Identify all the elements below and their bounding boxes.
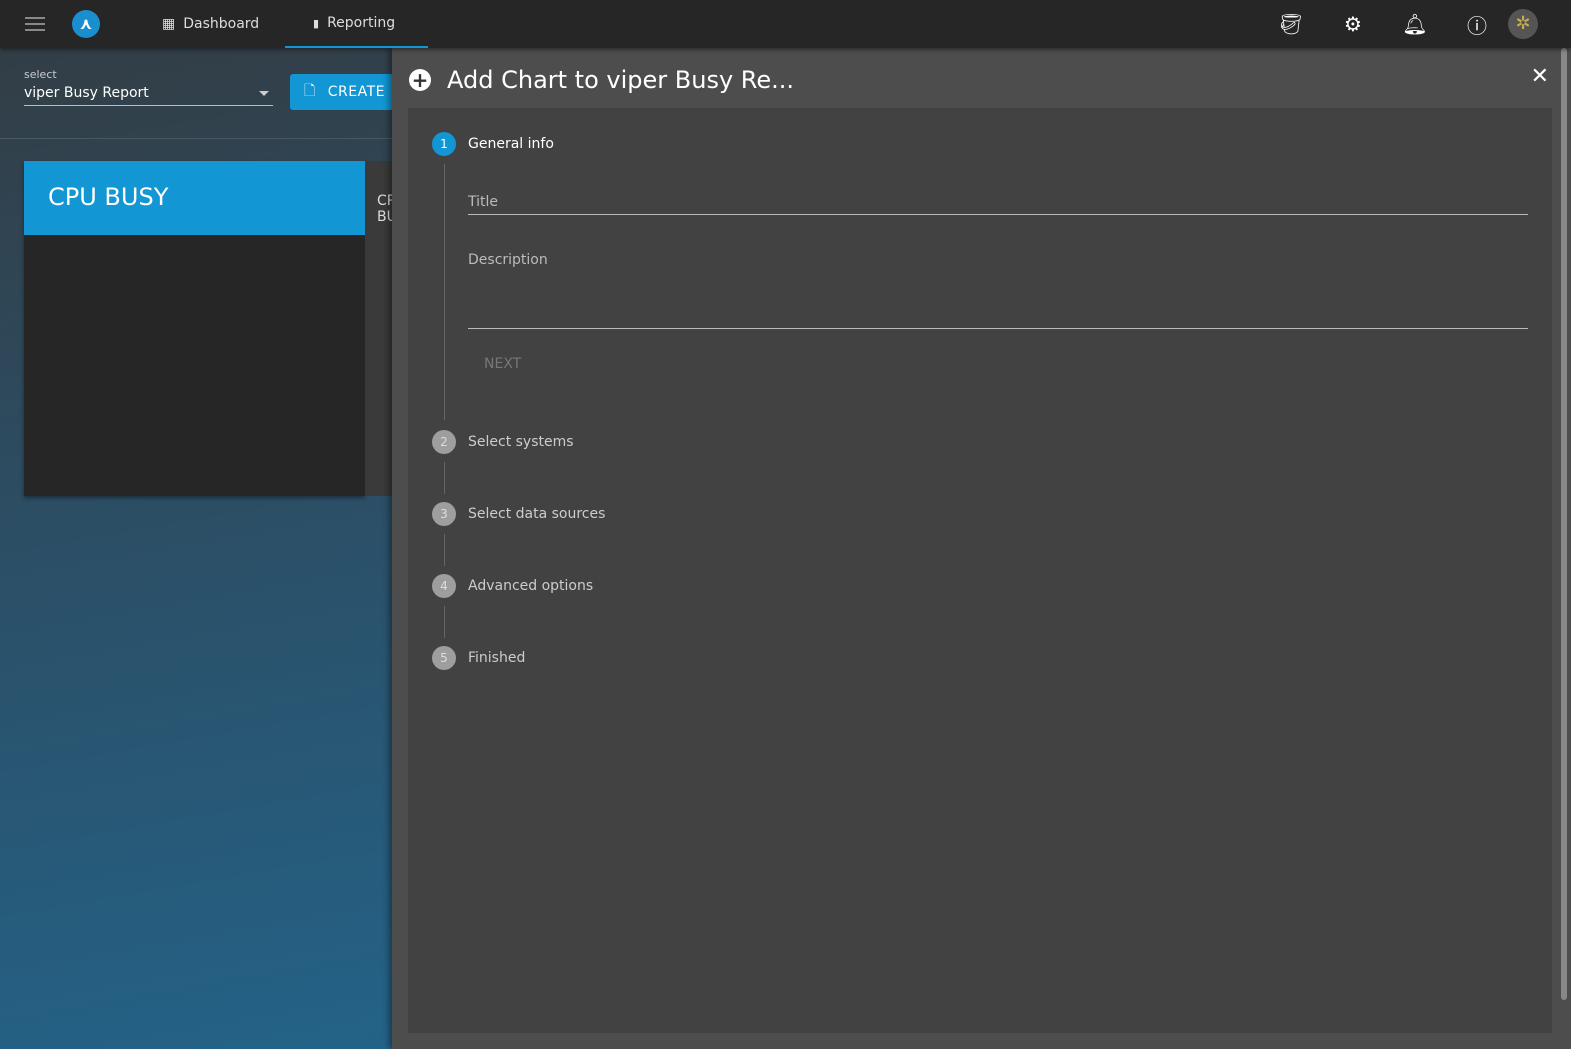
card-title: CPU BUSY [24, 161, 365, 235]
paint-bucket-icon[interactable]: 🪣︎ [1260, 12, 1322, 36]
tab-reporting[interactable]: ▮ Reporting [285, 0, 428, 48]
gear-icon[interactable]: ⚙ [1322, 12, 1384, 36]
step-select-data-sources[interactable]: 3 Select data sources [432, 502, 605, 526]
help-icon[interactable]: ⓘ [1446, 10, 1508, 39]
step-advanced-options[interactable]: 4 Advanced options [432, 574, 593, 598]
step-connector [444, 164, 445, 420]
step-finished[interactable]: 5 Finished [432, 646, 525, 670]
description-input[interactable]: Description [468, 252, 1528, 329]
step-connector [444, 462, 445, 494]
app-logo[interactable]: ⋏ [72, 10, 100, 38]
report-select[interactable]: select viper Busy Report [24, 68, 273, 106]
chart-card: CPU BUSY [24, 161, 365, 496]
dashboard-icon: ▦ [162, 16, 176, 32]
add-chart-panel: + Add Chart to viper Busy Re... ✕ 1 Genera… [392, 48, 1571, 1049]
step-select-systems[interactable]: 2 Select systems [432, 430, 574, 454]
chevron-down-icon [259, 91, 269, 96]
step-general-info[interactable]: 1 General info [432, 132, 554, 156]
scrollbar[interactable] [1561, 48, 1567, 1000]
bell-alert-icon[interactable]: 🔔︎ [1384, 12, 1446, 36]
divider [0, 138, 400, 139]
close-icon[interactable]: ✕ [1531, 64, 1549, 89]
avatar[interactable]: ✲ [1508, 9, 1538, 39]
step-connector [444, 534, 445, 566]
step-connector [444, 606, 445, 638]
panel-title: Add Chart to viper Busy Re... [447, 66, 795, 94]
tab-dashboard[interactable]: ▦ Dashboard [160, 0, 261, 48]
top-bar: ⋏ ▦ Dashboard ▮ Reporting 🪣︎ ⚙ 🔔︎ ⓘ ✲ [0, 0, 1571, 48]
bar-chart-icon: ▮ [313, 16, 320, 30]
add-circle-icon: + [409, 69, 431, 91]
file-plus-icon: 🗋 [304, 83, 316, 99]
title-input[interactable]: Title [468, 194, 1528, 215]
next-button[interactable]: NEXT [484, 356, 521, 372]
stepper: 1 General info Title Description NEXT 2 Se… [408, 108, 1552, 1033]
menu-icon[interactable] [25, 17, 45, 31]
